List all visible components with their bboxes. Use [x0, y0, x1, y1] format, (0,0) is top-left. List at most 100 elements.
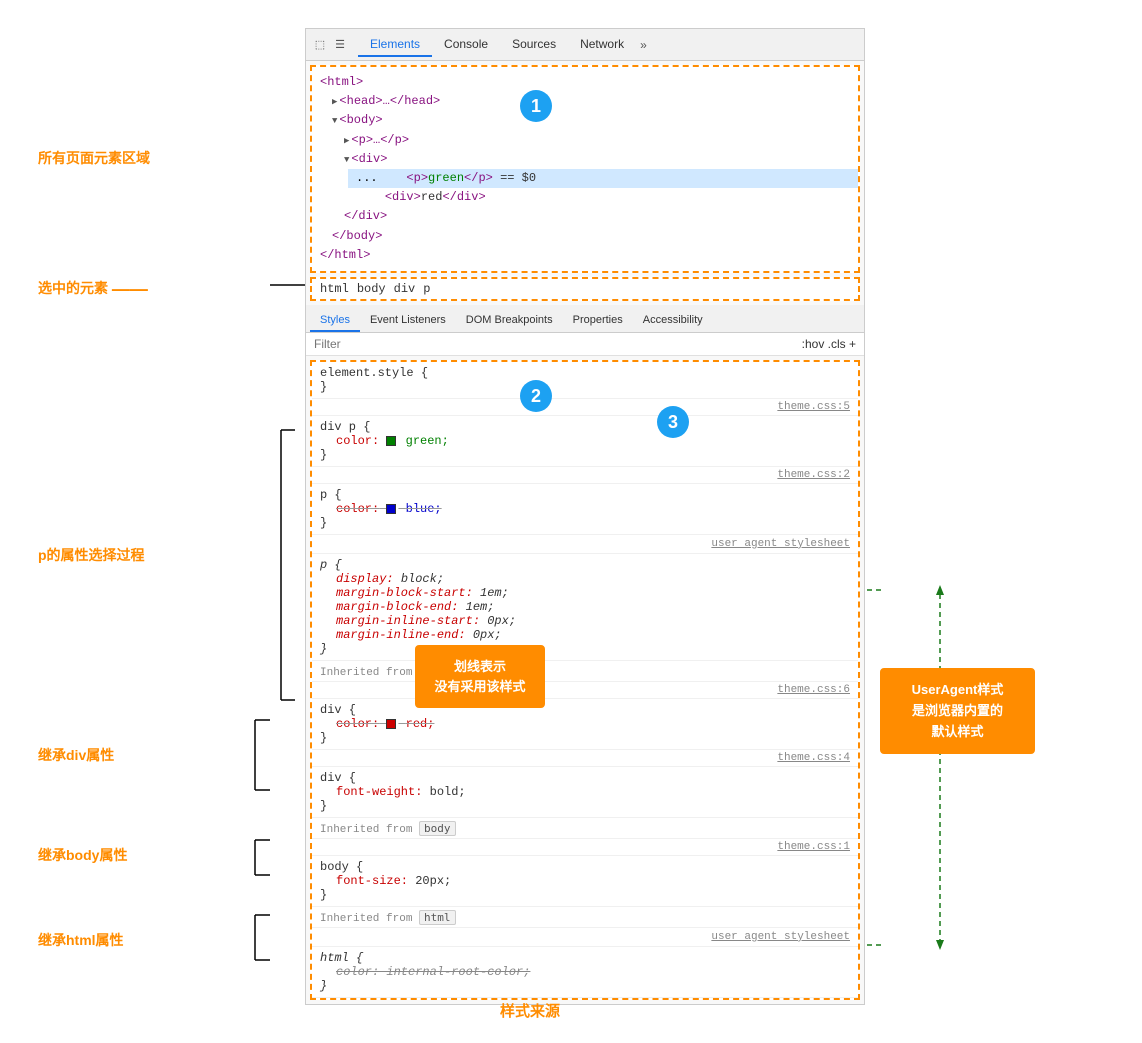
tab-sources[interactable]: Sources: [500, 33, 568, 57]
inherited-tag-body: body: [419, 821, 456, 836]
style-block-p-blue-inner: p { color: blue; }: [312, 484, 858, 535]
style-selector-div-bold: div {: [320, 771, 850, 785]
badge-2: 2: [520, 380, 552, 412]
filter-pseudo-buttons[interactable]: :hov .cls +: [802, 337, 856, 351]
tab-dom-breakpoints[interactable]: DOM Breakpoints: [456, 310, 563, 332]
filter-input[interactable]: [314, 337, 794, 351]
dom-p-collapsed: ▶<p>…</p>: [320, 131, 850, 150]
tab-network[interactable]: Network: [568, 33, 636, 57]
color-swatch-blue: [386, 504, 396, 514]
inspect-icon[interactable]: ☰: [332, 37, 348, 53]
annotation-inherit-body: 继承body属性: [38, 845, 127, 865]
dom-html-close: </html>: [320, 246, 850, 265]
dom-div-open: ▼<div>: [320, 150, 850, 169]
filter-bar: :hov .cls +: [306, 333, 864, 356]
source-p-blue[interactable]: theme.css:2: [312, 467, 858, 484]
style-selector-div-red: div {: [320, 703, 850, 717]
style-selector-divp: div p {: [320, 420, 850, 434]
dom-head: ▶<head>…</head>: [320, 92, 850, 111]
style-block-body-inner: body { font-size: 20px; }: [312, 856, 858, 907]
callout-useragent-text: UserAgent样式是浏览器内置的默认样式: [912, 682, 1004, 739]
style-prop-mbe: margin-block-end: 1em;: [320, 600, 850, 614]
color-swatch-green: [386, 436, 396, 446]
style-block-body: theme.css:1 body { font-size: 20px; }: [312, 839, 858, 907]
style-prop-mis: margin-inline-start: 0px;: [320, 614, 850, 628]
callout-strikethrough: 划线表示没有采用该样式: [415, 645, 545, 708]
style-prop-font-size: font-size: 20px;: [320, 874, 850, 888]
annotation-selected-element: 选中的元素 ——: [38, 278, 148, 300]
style-block-div-bold: theme.css:4 div { font-weight: bold; }: [312, 750, 858, 818]
style-prop-mie: margin-inline-end: 0px;: [320, 628, 850, 642]
breadcrumb-div[interactable]: div: [394, 282, 416, 296]
style-block-divp-inner: div p { color: green; }: [312, 416, 858, 467]
annotation-p-selector: p的属性选择过程: [38, 545, 145, 565]
inherited-from-div-label: Inherited from div: [312, 661, 858, 682]
annotation-inherit-html: 继承html属性: [38, 930, 124, 950]
breadcrumb-body[interactable]: body: [357, 282, 386, 296]
source-div-red[interactable]: theme.css:6: [312, 682, 858, 699]
tab-elements[interactable]: Elements: [358, 33, 432, 57]
style-prop-font-weight: font-weight: bold;: [320, 785, 850, 799]
style-prop-color-red: color: red;: [320, 717, 850, 731]
breadcrumb-html[interactable]: html: [320, 282, 349, 296]
style-block-p-ua-inner: p { display: block; margin-block-start: …: [312, 554, 858, 661]
annotation-all-elements: 所有页面元素区域: [38, 148, 150, 168]
dom-div-red: <div>red</div>: [320, 188, 850, 207]
source-html-ua[interactable]: user agent stylesheet: [312, 928, 858, 947]
source-body[interactable]: theme.css:1: [312, 839, 858, 856]
style-closing-div-bold: }: [320, 799, 850, 813]
tab-event-listeners[interactable]: Event Listeners: [360, 310, 456, 332]
dom-p-green[interactable]: ... <p>green</p> == $0: [320, 169, 850, 188]
tab-console[interactable]: Console: [432, 33, 500, 57]
style-block-html: user agent stylesheet html { color: inte…: [312, 928, 858, 998]
style-block-div-bold-inner: div { font-weight: bold; }: [312, 767, 858, 818]
style-block-divp: theme.css:5 div p { color: green; }: [312, 399, 858, 467]
inherited-tag-html: html: [419, 910, 456, 925]
dom-div-close: </div>: [320, 207, 850, 226]
style-prop-color-green: color: green;: [320, 434, 850, 448]
dom-body-open: ▼<body>: [320, 111, 850, 130]
style-selector-element: element.style {: [320, 366, 850, 380]
style-block-div-red: theme.css:6 div { color: red; }: [312, 682, 858, 750]
dom-tree: <html> ▶<head>…</head> ▼<body> ▶<p>…</p>…: [310, 65, 860, 273]
tab-properties[interactable]: Properties: [563, 310, 633, 332]
style-prop-mbs: margin-block-start: 1em;: [320, 586, 850, 600]
tab-more[interactable]: »: [640, 38, 647, 52]
devtools-panel: ⬚ ☰ Elements Console Sources Network » <…: [305, 28, 865, 1005]
annotation-inherit-div: 继承div属性: [38, 745, 114, 765]
style-closing-html: }: [320, 979, 850, 993]
toolbar-icons: ⬚ ☰: [312, 37, 348, 53]
source-div-bold[interactable]: theme.css:4: [312, 750, 858, 767]
main-tab-bar: ⬚ ☰ Elements Console Sources Network »: [306, 29, 864, 61]
style-prop-color-html: color: internal-root-color;: [320, 965, 850, 979]
dom-body-close: </body>: [320, 227, 850, 246]
dom-html: <html>: [320, 73, 850, 92]
cursor-icon[interactable]: ⬚: [312, 37, 328, 53]
style-closing-element: }: [320, 380, 850, 394]
style-block-p-blue: theme.css:2 p { color: blue; }: [312, 467, 858, 535]
annotation-style-source: 样式来源: [500, 1000, 560, 1021]
style-selector-html: html {: [320, 951, 850, 965]
badge-3: 3: [657, 406, 689, 438]
style-selector-p-ua: p {: [320, 558, 850, 572]
style-selector-body: body {: [320, 860, 850, 874]
style-closing-p-blue: }: [320, 516, 850, 530]
sub-tab-bar: Styles Event Listeners DOM Breakpoints P…: [306, 305, 864, 333]
style-block-element: element.style { }: [312, 362, 858, 399]
style-prop-display: display: block;: [320, 572, 850, 586]
inherited-from-body-label: Inherited from body: [312, 818, 858, 839]
style-closing-divp: }: [320, 448, 850, 462]
tab-accessibility[interactable]: Accessibility: [633, 310, 713, 332]
source-divp[interactable]: theme.css:5: [312, 399, 858, 416]
breadcrumb-p[interactable]: p: [423, 282, 430, 296]
style-block-div-red-inner: div { color: red; }: [312, 699, 858, 750]
style-closing-p-ua: }: [320, 642, 850, 656]
style-closing-body: }: [320, 888, 850, 902]
source-p-ua[interactable]: user agent stylesheet: [312, 535, 858, 554]
callout-useragent: UserAgent样式是浏览器内置的默认样式: [880, 668, 1035, 754]
style-prop-color-blue: color: blue;: [320, 502, 850, 516]
tab-styles[interactable]: Styles: [310, 310, 360, 332]
styles-panel: element.style { } theme.css:5 div p { co…: [310, 360, 860, 1000]
style-block-p-ua: user agent stylesheet p { display: block…: [312, 535, 858, 661]
badge-1: 1: [520, 90, 552, 122]
